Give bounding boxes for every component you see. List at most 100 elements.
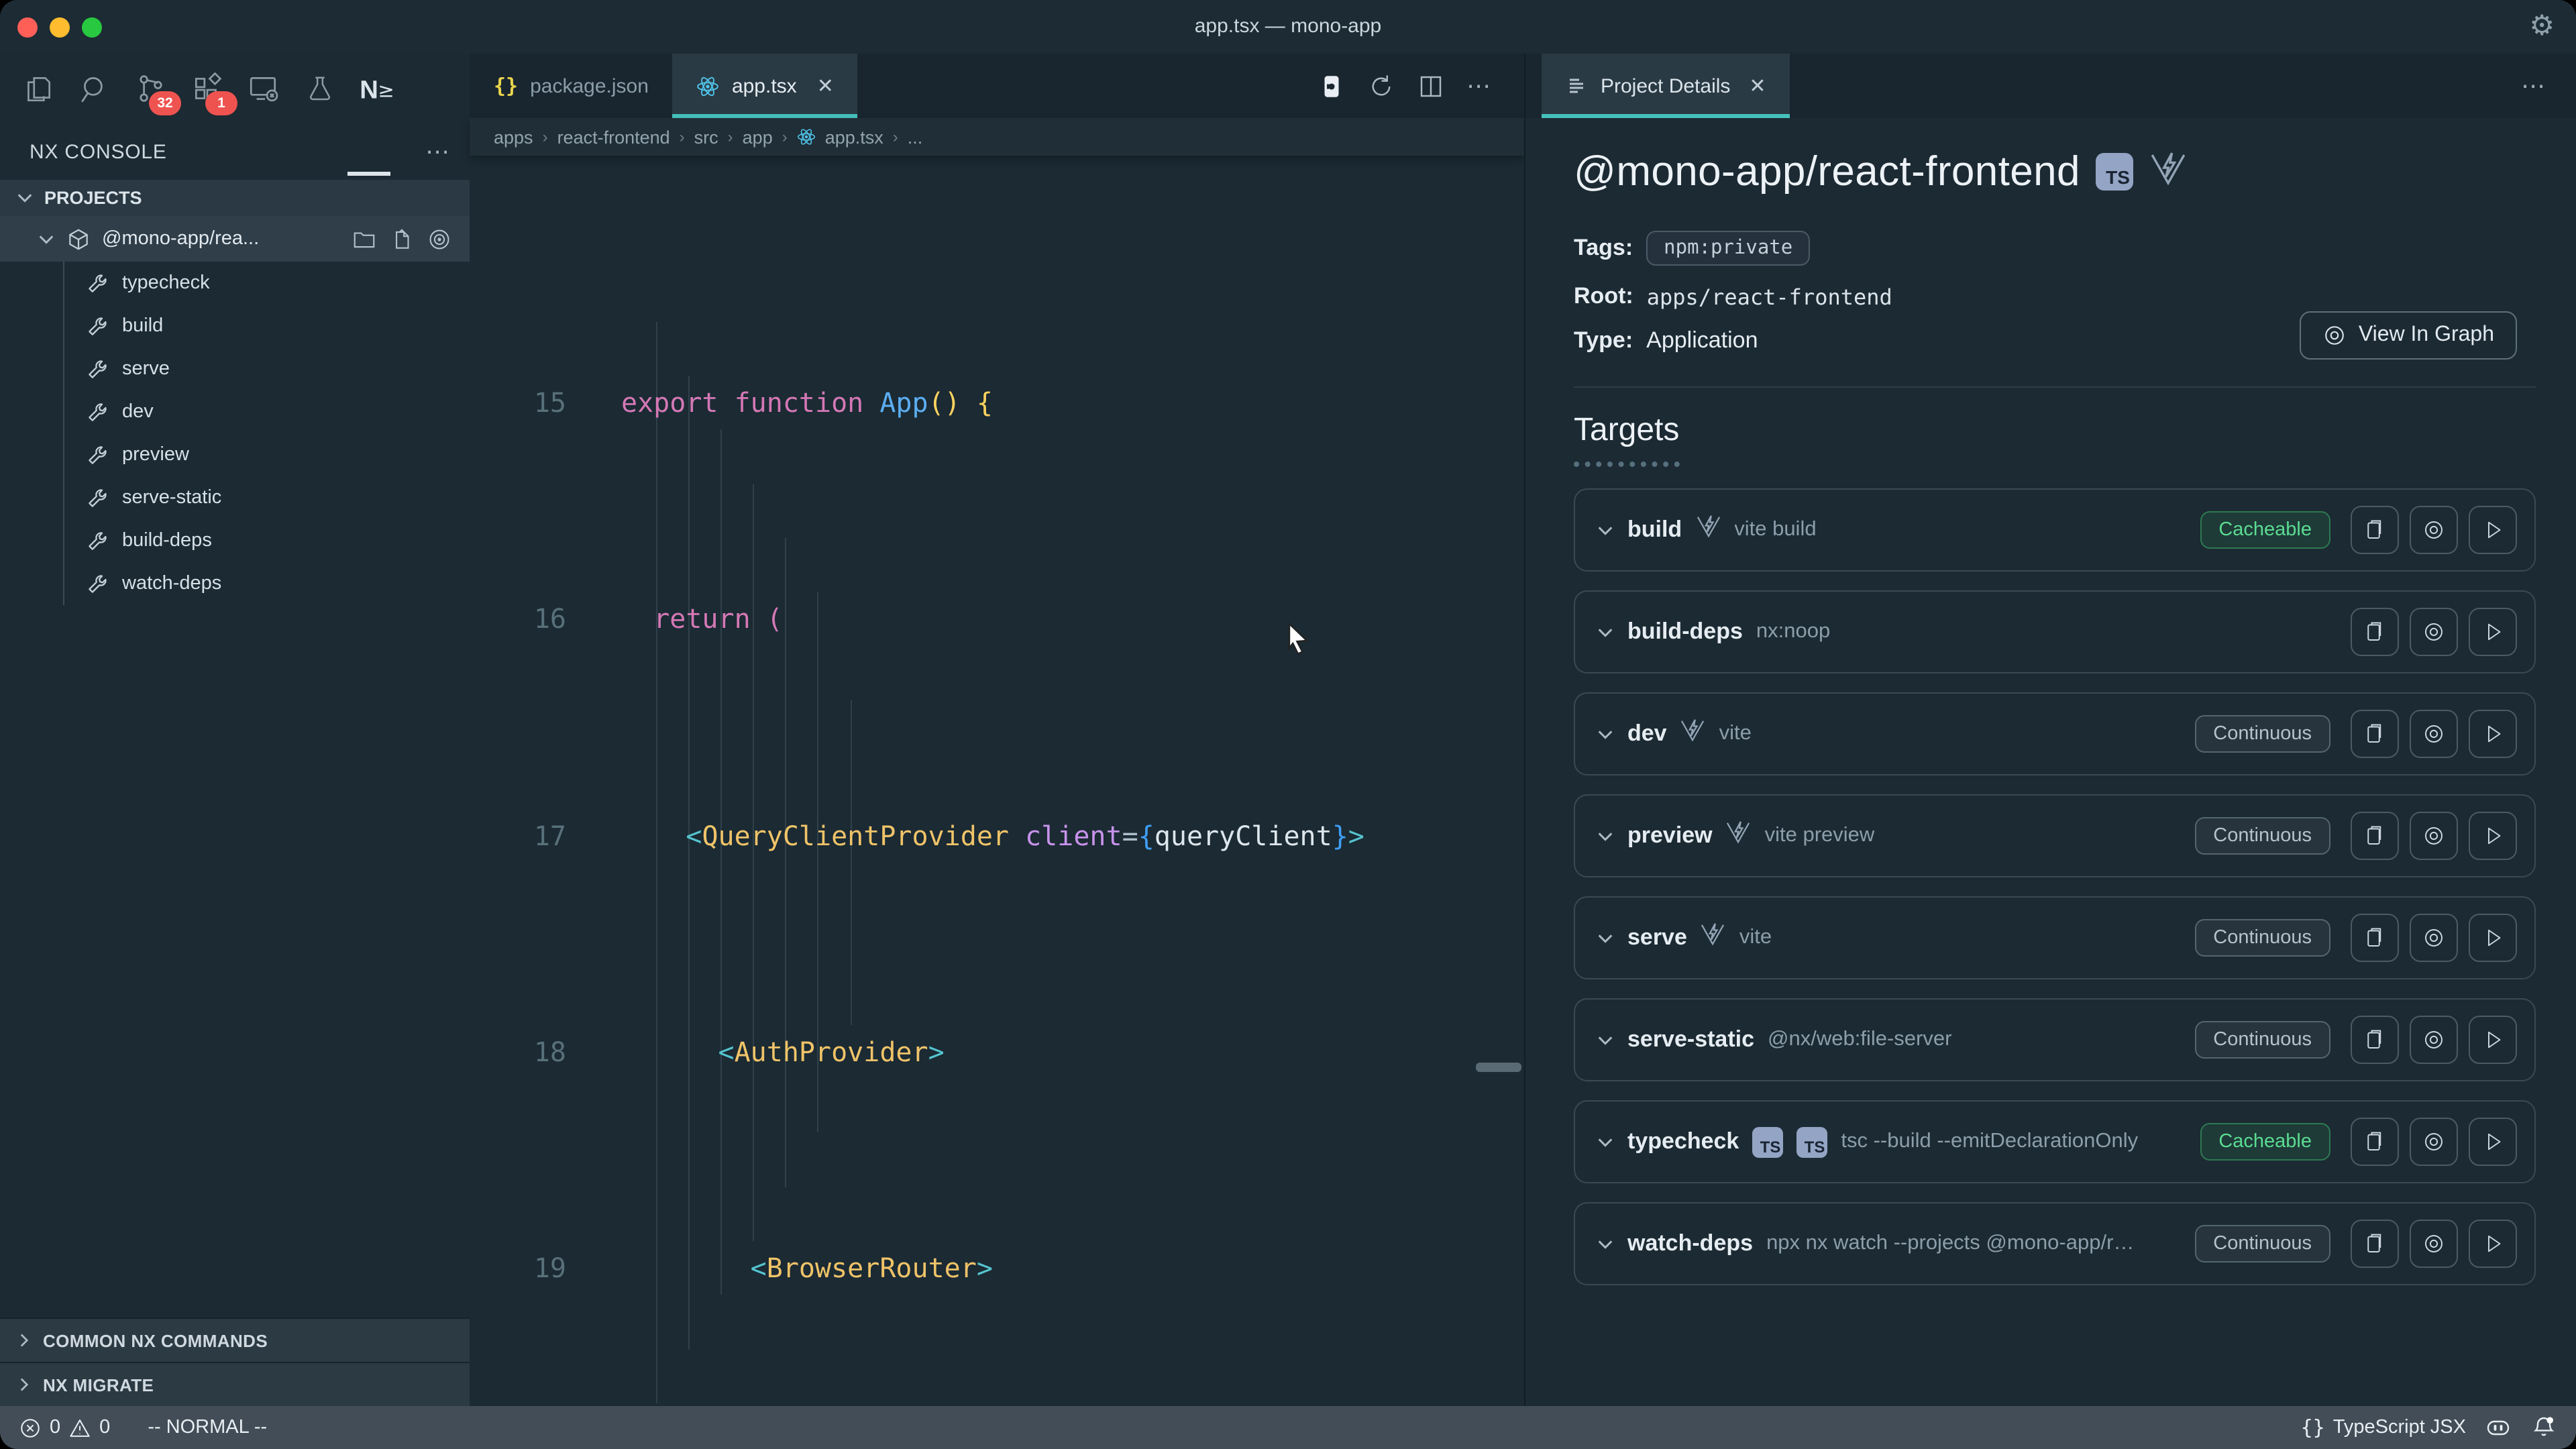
chevron-down-icon[interactable]	[1597, 521, 1614, 539]
panel-more-actions-icon[interactable]: ⋯	[2521, 72, 2576, 100]
focus-target-button[interactable]	[2410, 1016, 2458, 1064]
copy-button[interactable]	[2351, 1220, 2399, 1268]
run-target-button[interactable]	[2469, 1118, 2517, 1166]
horizontal-scrollbar[interactable]	[1476, 1063, 1521, 1072]
run-target-button[interactable]	[2469, 710, 2517, 758]
breadcrumb-item[interactable]: apps	[494, 127, 533, 147]
focus-target-button[interactable]	[2410, 914, 2458, 962]
close-panel-icon[interactable]: ✕	[1749, 74, 1766, 98]
target-row[interactable]: typecheck TS TS tsc --build --emitDeclar…	[1574, 1100, 2536, 1183]
tree-item-label: typecheck	[122, 272, 210, 294]
list-icon	[1566, 75, 1587, 97]
explorer-icon[interactable]	[20, 70, 56, 107]
copy-button[interactable]	[2351, 1016, 2399, 1064]
chevron-down-icon[interactable]	[1597, 1133, 1614, 1150]
run-target-button[interactable]	[2469, 1016, 2517, 1064]
testing-beaker-icon[interactable]	[302, 70, 338, 107]
clipboard-icon	[2363, 1028, 2387, 1052]
chevron-down-icon[interactable]	[1597, 725, 1614, 743]
target-row[interactable]: serve TS TS vite Continuous	[1574, 896, 2536, 979]
remote-explorer-icon[interactable]	[246, 70, 282, 107]
focus-target-button[interactable]	[2410, 608, 2458, 656]
target-row[interactable]: dev TS TS vite Continuous	[1574, 692, 2536, 775]
copy-button[interactable]	[2351, 1118, 2399, 1166]
focus-target-button[interactable]	[2410, 1220, 2458, 1268]
split-editor-icon[interactable]	[1417, 72, 1445, 100]
code-line-text: return (	[621, 592, 783, 647]
breadcrumb-separator: ›	[728, 127, 733, 146]
tree-item-target[interactable]: preview	[0, 433, 470, 476]
wrench-icon	[86, 529, 109, 552]
tree-item-target[interactable]: build-deps	[0, 519, 470, 562]
target-row[interactable]: build-deps TS TS nx:noop	[1574, 590, 2536, 674]
target-name: serve-static	[1627, 1026, 1754, 1053]
focus-target-button[interactable]	[2410, 812, 2458, 860]
notifications-bell-icon[interactable]	[2530, 1414, 2557, 1441]
nx-migrate-section[interactable]: NX MIGRATE	[0, 1362, 470, 1406]
target-row[interactable]: serve-static TS TS @nx/web:file-server C…	[1574, 998, 2536, 1081]
line-number: 18	[470, 1025, 566, 1079]
target-icon[interactable]	[427, 226, 452, 252]
problems-indicator[interactable]: 0 0	[19, 1416, 110, 1439]
focus-target-button[interactable]	[2410, 1118, 2458, 1166]
tree-item-target[interactable]: serve-static	[0, 476, 470, 519]
settings-gear-icon[interactable]: ⚙	[2529, 9, 2555, 42]
copy-button[interactable]	[2351, 608, 2399, 656]
close-tab-icon[interactable]: ✕	[817, 74, 834, 98]
editor-more-actions-icon[interactable]: ⋯	[1466, 72, 1492, 100]
search-icon[interactable]	[76, 70, 113, 107]
run-target-button[interactable]	[2469, 608, 2517, 656]
tree-item-target[interactable]: dev	[0, 390, 470, 433]
copy-button[interactable]	[2351, 812, 2399, 860]
copy-button[interactable]	[2351, 710, 2399, 758]
chevron-down-icon[interactable]	[1597, 1235, 1614, 1252]
projects-section-header[interactable]: PROJECTS	[0, 180, 470, 216]
tree-item-target[interactable]: build	[0, 305, 470, 347]
window-title: app.tsx — mono-app	[0, 0, 2576, 54]
nx-console-icon[interactable]: N≥	[358, 70, 394, 107]
edit-config-file-icon[interactable]	[389, 226, 415, 252]
editor-group: {} package.json app.tsx ✕ ⋯ apps › react-…	[470, 54, 1524, 1406]
breadcrumb-item[interactable]: app.tsx	[825, 127, 883, 147]
code-editor[interactable]: 15 export function App() { 16 return ( 1…	[470, 156, 1524, 1406]
common-nx-commands-section[interactable]: COMMON NX COMMANDS	[0, 1318, 470, 1362]
target-row[interactable]: watch-deps TS TS npx nx watch --projects…	[1574, 1202, 2536, 1285]
sidebar-more-actions-icon[interactable]: ⋯	[425, 138, 451, 166]
source-control-icon[interactable]: 32	[133, 70, 169, 107]
breadcrumb-item[interactable]: ...	[908, 127, 923, 147]
typescript-badge: TS	[1796, 1126, 1827, 1157]
run-target-button[interactable]	[2469, 914, 2517, 962]
folder-icon[interactable]	[352, 226, 377, 252]
run-target-icon[interactable]	[1318, 72, 1346, 100]
tree-item-target[interactable]: typecheck	[0, 262, 470, 305]
view-in-graph-button[interactable]: View In Graph	[2300, 311, 2517, 360]
run-target-button[interactable]	[2469, 1220, 2517, 1268]
focus-target-button[interactable]	[2410, 506, 2458, 554]
target-row[interactable]: preview TS TS vite preview Continuous	[1574, 794, 2536, 877]
breadcrumb-item[interactable]: app	[743, 127, 773, 147]
project-tree-item[interactable]: @mono-app/rea...	[0, 216, 470, 262]
language-mode[interactable]: {} TypeScript JSX	[2301, 1415, 2466, 1440]
tab-app-tsx[interactable]: app.tsx ✕	[673, 54, 858, 118]
code-line-text: <QueryClientProvider client={queryClient…	[621, 808, 1364, 863]
focus-target-button[interactable]	[2410, 710, 2458, 758]
refresh-icon[interactable]	[1367, 72, 1395, 100]
extensions-icon[interactable]: 1	[189, 70, 225, 107]
breadcrumb-item[interactable]: react-frontend	[557, 127, 670, 147]
tree-item-target[interactable]: serve	[0, 347, 470, 390]
run-target-button[interactable]	[2469, 812, 2517, 860]
breadcrumb-item[interactable]: src	[694, 127, 718, 147]
copy-button[interactable]	[2351, 914, 2399, 962]
activity-bar: 32 1 N≥	[0, 54, 470, 123]
target-row[interactable]: build TS TS vite build Cacheable	[1574, 488, 2536, 572]
tree-item-target[interactable]: watch-deps	[0, 562, 470, 605]
chevron-down-icon[interactable]	[1597, 1031, 1614, 1049]
chevron-down-icon[interactable]	[1597, 623, 1614, 641]
copy-button[interactable]	[2351, 506, 2399, 554]
tab-package-json[interactable]: {} package.json	[470, 54, 673, 118]
tab-project-details[interactable]: Project Details ✕	[1542, 54, 1790, 118]
copilot-icon[interactable]	[2485, 1414, 2512, 1441]
chevron-down-icon[interactable]	[1597, 929, 1614, 947]
chevron-down-icon[interactable]	[1597, 827, 1614, 845]
run-target-button[interactable]	[2469, 506, 2517, 554]
